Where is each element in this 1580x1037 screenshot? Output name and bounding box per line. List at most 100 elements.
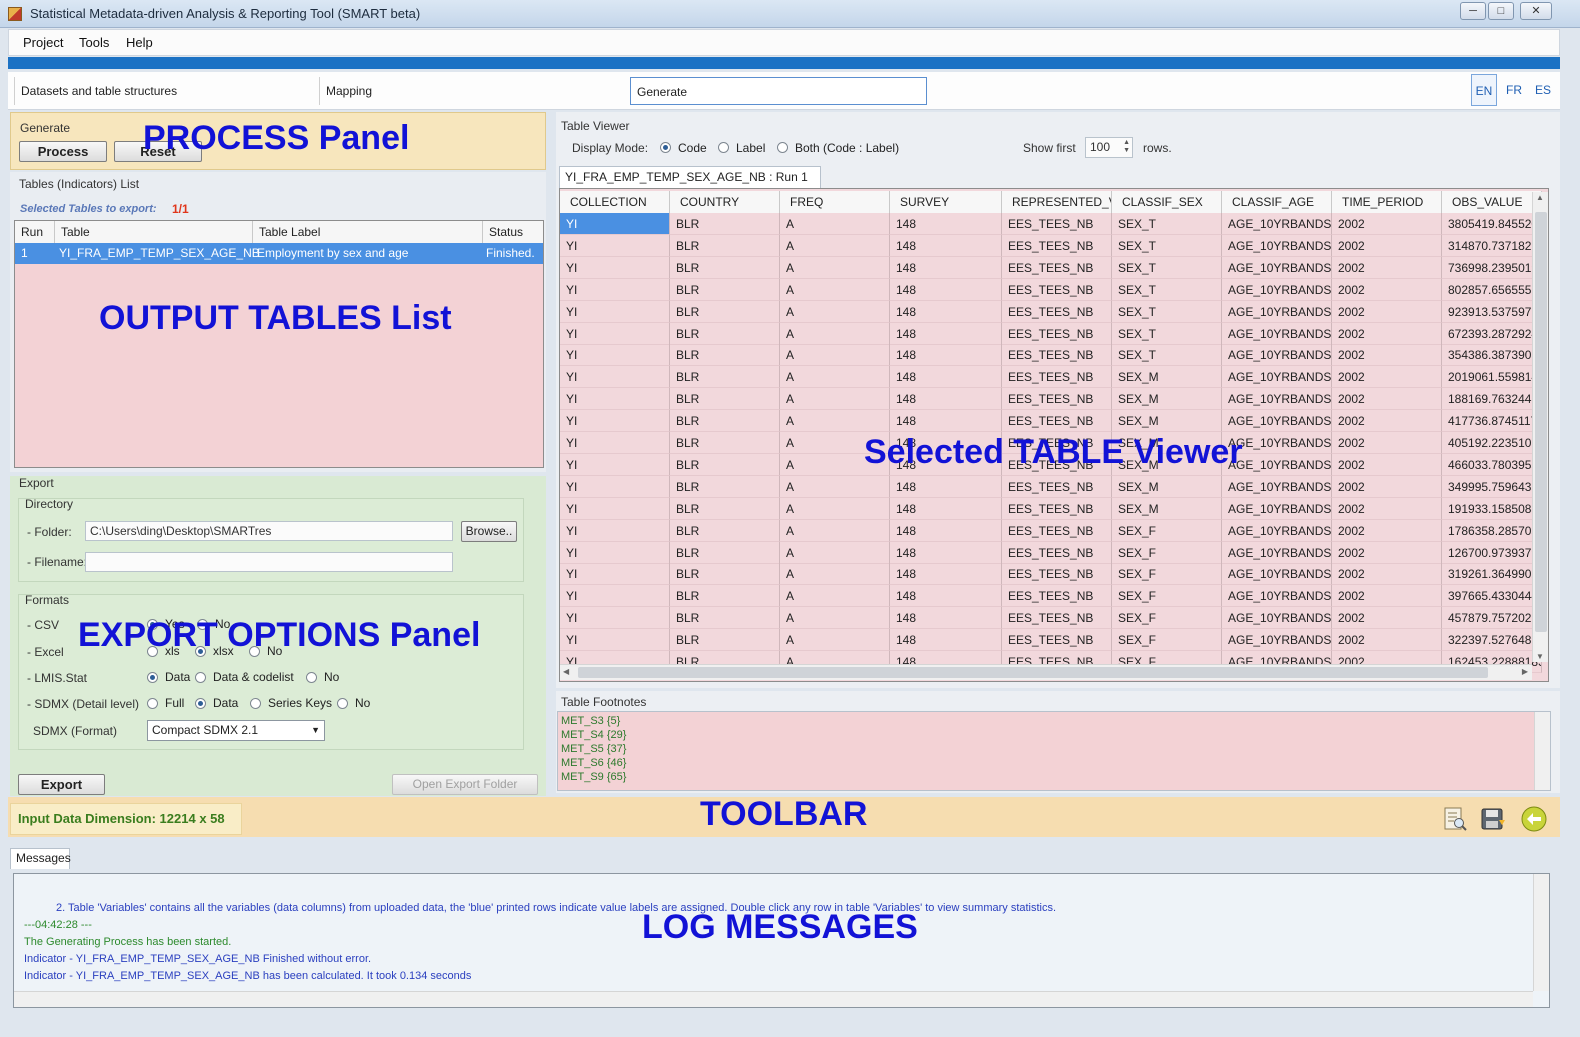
grid-cell[interactable]: AGE_10YRBANDS... [1222,497,1332,520]
grid-cell[interactable]: 2002 [1332,256,1442,279]
tab-messages[interactable]: Messages [10,848,71,869]
grid-cell[interactable]: 3805419.8455200 [1442,213,1542,235]
grid-cell[interactable]: BLR [670,300,780,323]
grid-cell[interactable]: 148 [890,213,1002,235]
grid-cell[interactable]: A [780,475,890,498]
column-header-run[interactable]: Run [15,221,55,243]
grid-cell[interactable]: SEX_M [1112,410,1222,433]
grid-cell[interactable]: EES_TEES_NB [1002,322,1112,345]
grid-column-header[interactable]: COLLECTION [560,191,670,213]
grid-cell[interactable]: YI [560,475,670,498]
grid-cell[interactable]: 2002 [1332,388,1442,411]
grid-cell[interactable]: EES_TEES_NB [1002,234,1112,257]
grid-cell[interactable]: BLR [670,410,780,433]
grid-cell[interactable]: 148 [890,388,1002,411]
language-fr-button[interactable]: FR [1501,74,1527,106]
grid-cell[interactable]: EES_TEES_NB [1002,519,1112,542]
grid-cell[interactable]: AGE_10YRBANDS... [1222,629,1332,652]
grid-cell[interactable]: 2002 [1332,585,1442,608]
grid-cell[interactable]: 148 [890,256,1002,279]
grid-column-header[interactable]: OBS_VALUE [1442,191,1542,213]
horizontal-scrollbar[interactable]: ◀ ▶ [560,664,1532,680]
scroll-up-icon[interactable]: ▲ [1536,193,1544,202]
footnotes-scrollbar[interactable] [1534,712,1550,790]
grid-cell[interactable]: 923913.53759765 [1442,300,1542,323]
grid-cell[interactable]: BLR [670,388,780,411]
grid-cell[interactable]: AGE_10YRBANDS... [1222,541,1332,564]
save-icon[interactable] [1480,806,1506,832]
grid-cell[interactable]: EES_TEES_NB [1002,410,1112,433]
grid-cell[interactable]: 417736.87451171 [1442,410,1542,433]
grid-cell[interactable]: EES_TEES_NB [1002,300,1112,323]
grid-cell[interactable]: 191933.15850830 [1442,497,1542,520]
grid-cell[interactable]: A [780,410,890,433]
column-header-table-label[interactable]: Table Label [253,221,483,243]
close-button[interactable]: ✕ [1520,2,1552,20]
grid-cell[interactable]: BLR [670,234,780,257]
grid-cell[interactable]: YI [560,344,670,367]
lmis-no-radio[interactable] [306,672,317,683]
grid-cell[interactable]: BLR [670,256,780,279]
sdmx-no-radio[interactable] [337,698,348,709]
sdmx-full-radio[interactable] [147,698,158,709]
grid-cell[interactable]: EES_TEES_NB [1002,344,1112,367]
grid-cell[interactable]: 148 [890,322,1002,345]
grid-cell[interactable]: 672393.28729248 [1442,322,1542,345]
export-button[interactable]: Export [18,774,105,795]
grid-cell[interactable]: A [780,234,890,257]
grid-column-header[interactable]: TIME_PERIOD [1332,191,1442,213]
grid-cell[interactable]: 148 [890,410,1002,433]
grid-cell[interactable]: 2002 [1332,213,1442,235]
grid-cell[interactable]: YI [560,585,670,608]
messages-horizontal-scrollbar[interactable] [14,991,1533,1007]
grid-cell[interactable]: 2002 [1332,475,1442,498]
grid-cell[interactable]: 736998.23950195 [1442,256,1542,279]
tab-generate[interactable]: Generate [630,77,927,105]
lmis-codelist-radio[interactable] [195,672,206,683]
grid-cell[interactable]: 1786358.2857055 [1442,519,1542,542]
vertical-scroll-thumb[interactable] [1535,212,1547,632]
grid-cell[interactable]: 397665.43304443 [1442,585,1542,608]
grid-column-header[interactable]: CLASSIF_AGE [1222,191,1332,213]
grid-cell[interactable]: A [780,322,890,345]
grid-cell[interactable]: 2002 [1332,344,1442,367]
sdmx-format-select[interactable]: Compact SDMX 2.1 ▼ [147,720,325,741]
scroll-down-icon[interactable]: ▼ [1536,652,1544,661]
grid-cell[interactable]: YI [560,607,670,630]
grid-cell[interactable]: SEX_F [1112,629,1222,652]
grid-cell[interactable]: 405192.22351074 [1442,432,1542,454]
grid-cell[interactable]: AGE_10YRBANDS... [1222,519,1332,542]
grid-cell[interactable]: AGE_10YRBANDS... [1222,344,1332,367]
grid-cell[interactable]: EES_TEES_NB [1002,366,1112,389]
grid-cell[interactable]: 148 [890,278,1002,301]
grid-cell[interactable]: AGE_10YRBANDS... [1222,607,1332,630]
grid-cell[interactable]: YI [560,563,670,586]
grid-cell[interactable]: 354386.38739013 [1442,344,1542,367]
grid-cell[interactable]: 148 [890,607,1002,630]
table-row[interactable]: 1 YI_FRA_EMP_TEMP_SEX_AGE_NB Employment … [15,243,543,264]
vertical-scrollbar[interactable]: ▲ ▼ [1532,192,1548,662]
grid-cell[interactable]: EES_TEES_NB [1002,629,1112,652]
grid-column-header[interactable]: REPRESENTED_VAR [1002,191,1112,213]
grid-cell[interactable]: YI [560,213,670,235]
scroll-left-icon[interactable]: ◀ [563,667,569,676]
grid-cell[interactable]: SEX_M [1112,475,1222,498]
grid-cell[interactable]: AGE_10YRBANDS... [1222,322,1332,345]
grid-cell[interactable]: 148 [890,366,1002,389]
grid-cell[interactable]: BLR [670,475,780,498]
tab-mapping[interactable]: Mapping [319,77,625,105]
grid-cell[interactable]: BLR [670,585,780,608]
grid-cell[interactable]: SEX_T [1112,213,1222,235]
mode-both-radio[interactable] [777,142,788,153]
grid-cell[interactable]: SEX_F [1112,607,1222,630]
grid-cell[interactable]: 322397.52764892 [1442,629,1542,652]
grid-cell[interactable]: AGE_10YRBANDS... [1222,213,1332,235]
grid-cell[interactable]: YI [560,497,670,520]
process-button[interactable]: Process [19,141,107,162]
grid-cell[interactable]: EES_TEES_NB [1002,256,1112,279]
tab-datasets[interactable]: Datasets and table structures [14,77,316,105]
grid-cell[interactable]: BLR [670,213,780,235]
grid-cell[interactable]: 2002 [1332,322,1442,345]
grid-cell[interactable]: A [780,344,890,367]
grid-cell[interactable]: 802857.65655517 [1442,278,1542,301]
